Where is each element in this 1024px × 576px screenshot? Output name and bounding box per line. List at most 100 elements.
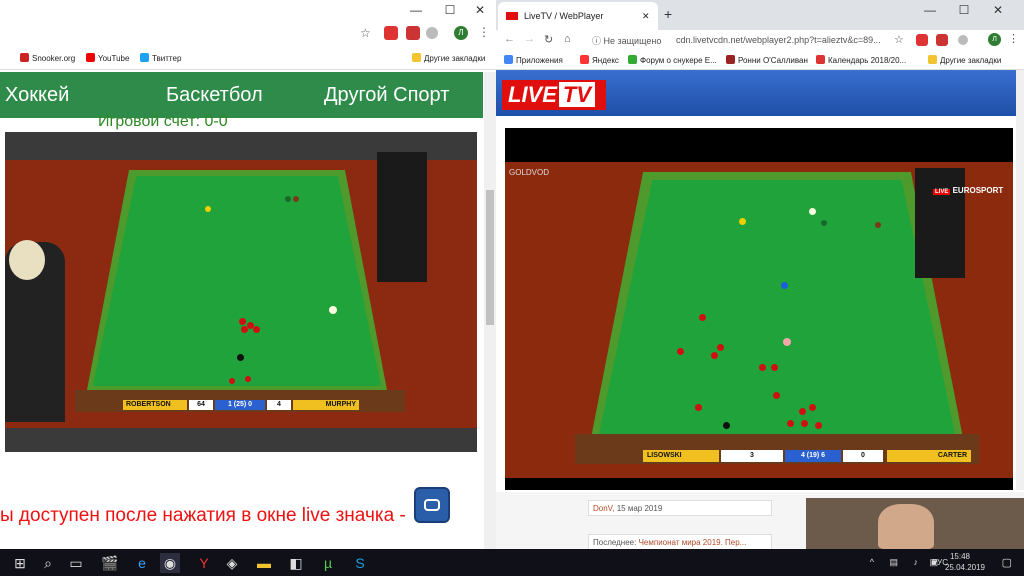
forum-post[interactable]: DonV, 15 мар 2019 [588,500,772,516]
cue-ball [809,208,816,215]
tv-scoreboard: LISOWSKI 3 4 (19) 6 0 [643,450,923,462]
pink-ball [783,338,791,346]
nav-basketball[interactable]: Баскетбол [166,84,263,107]
store-icon[interactable]: ◧ [286,553,306,573]
red-ball [241,326,248,333]
menu-icon[interactable]: ⋮ [1008,32,1019,45]
edge-icon[interactable]: e [132,553,152,573]
minimize-button[interactable]: — [914,0,946,20]
brown-ball [875,222,881,228]
extension-icon[interactable] [384,26,398,40]
video-player[interactable]: ROBERTSON 64 1 (25) 0 4 MURPHY [5,132,477,452]
nav-hockey[interactable]: Хоккей [5,84,69,107]
frame-score: 1 (25) 0 [215,400,265,410]
insecure-indicator[interactable]: ⓘ Не защищено [592,34,661,47]
livetv-favicon [506,12,518,20]
red-ball [253,326,260,333]
bookmark-item[interactable]: YouTube [86,53,129,63]
forward-icon[interactable]: → [524,33,535,45]
clock-time[interactable]: 15:48 [940,552,980,561]
red-ball [815,422,822,429]
red-ball [711,352,718,359]
bookmark-item[interactable]: Другие закладки [412,53,485,63]
extension-icon[interactable] [958,35,968,45]
tab-title: LiveTV / WebPlayer [524,11,604,21]
player1-name: ROBERTSON [123,400,187,410]
red-ball [239,318,246,325]
nav-other-sport[interactable]: Другой Спорт [324,84,449,107]
tab-livetv[interactable]: LiveTV / WebPlayer ✕ [498,2,658,30]
extension-icon[interactable] [916,34,928,46]
home-icon[interactable]: ⌂ [564,33,571,45]
file-explorer-icon[interactable]: ▬ [254,553,274,573]
clock-date[interactable]: 25.04.2019 [940,563,990,572]
reload-icon[interactable]: ↻ [544,33,553,46]
red-ball [699,314,706,321]
maximize-button[interactable]: ☐ [948,0,980,20]
notifications-icon[interactable]: ▢ [1002,556,1012,569]
player2-name: MURPHY [293,400,359,410]
minimize-button[interactable]: — [400,0,432,20]
bookmark-item[interactable]: Твиттер [140,53,181,63]
right-scrollbar[interactable] [1016,70,1024,490]
right-bookmarks-bar: Приложения Яндекс Форум о снукере E... Р… [496,50,1024,70]
bookmark-item[interactable]: Форум о снукере E... [628,55,717,65]
red-ball [759,364,766,371]
referee-figure [377,152,427,282]
close-button[interactable]: ✕ [464,0,496,20]
star-icon[interactable]: ☆ [360,26,371,40]
maximize-button[interactable]: ☐ [434,0,466,20]
player-head [9,240,45,280]
red-ball [799,408,806,415]
close-button[interactable]: ✕ [982,0,1014,20]
player2-score: 0 [843,450,883,462]
network-icon[interactable]: ▤ [889,557,898,568]
player2-score: 4 [267,400,291,410]
windows-start-icon[interactable]: ⊞ [10,553,30,573]
bookmark-item[interactable]: Ронни О'Салливан [726,55,808,65]
task-view-icon[interactable]: ▭ [66,553,86,573]
profile-avatar[interactable]: Л [988,33,1001,46]
video-player[interactable]: GOLDVOD LIVE EUROSPORT LISOWSKI 3 4 (19)… [505,128,1013,490]
player1-score: 64 [189,400,213,410]
logo-live-text: LIVE [508,82,557,107]
game-score: Игровой счет: 0-0 [98,113,228,130]
live-instruction-text: ы доступен после нажатия в окне live зна… [0,505,406,526]
livetv-logo[interactable]: LIVE TV [502,80,606,110]
new-tab-button[interactable]: + [664,6,672,22]
tab-bar: LiveTV / WebPlayer ✕ + — ☐ ✕ [496,0,1024,30]
bookmark-item[interactable]: Другие закладки [928,55,1001,65]
volume-icon[interactable]: ♪ [914,557,919,567]
app-icon[interactable]: ◈ [222,553,242,573]
bookmark-item[interactable]: Яндекс [580,55,619,65]
chrome-icon[interactable]: ◉ [160,553,180,573]
yandex-icon[interactable]: Y [194,553,214,573]
mail-extension-icon[interactable] [406,26,420,40]
skype-icon[interactable]: S [350,553,370,573]
star-icon[interactable]: ☆ [894,33,904,46]
media-icon[interactable]: 🎬 [100,553,120,573]
sports-nav: Хоккей Баскетбол Другой Спорт [0,72,483,118]
left-scrollbar-thumb[interactable] [486,190,494,325]
referee-figure [915,168,965,278]
live-button[interactable] [414,487,450,523]
left-address-bar[interactable]: ☆ Л ⋮ [0,20,496,48]
url-field[interactable]: cdn.livetvcdn.net/webplayer2.php?t=aliez… [676,31,996,49]
bookmark-item[interactable]: Календарь 2018/20... [816,55,906,65]
torrent-icon[interactable]: µ [318,553,338,573]
cue-ball [329,306,337,314]
mail-extension-icon[interactable] [936,34,948,46]
player2-name: CARTER [887,450,971,462]
left-browser-window: — ☐ ✕ ☆ Л ⋮ Snooker.org YouTube Твиттер … [0,0,496,549]
bookmark-item[interactable]: Snooker.org [20,53,75,63]
bookmark-apps[interactable]: Приложения [504,55,563,65]
back-icon[interactable]: ← [504,33,515,45]
broadcaster-logo: GOLDVOD [509,168,550,177]
forum-post[interactable]: Последнее: Чемпионат мира 2019. Пер... [588,534,772,549]
search-icon[interactable]: ⌕ [38,553,58,573]
extension-icon[interactable] [426,27,438,39]
tab-close-icon[interactable]: ✕ [642,2,650,30]
menu-icon[interactable]: ⋮ [478,25,490,39]
tray-chevron-icon[interactable]: ^ [870,557,874,567]
profile-avatar[interactable]: Л [454,26,468,40]
